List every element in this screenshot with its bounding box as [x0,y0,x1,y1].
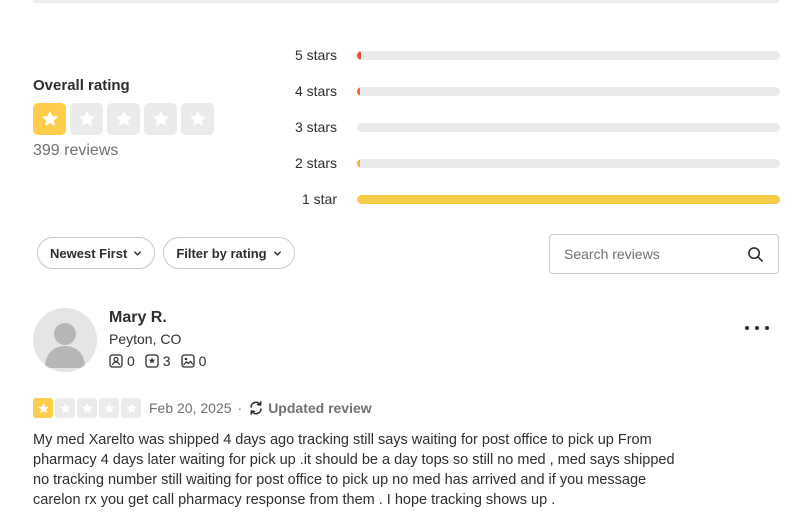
star-icon [121,398,141,418]
refresh-icon [250,401,262,415]
rating-distribution: 5 stars 4 stars 3 stars 2 stars 1 star [280,37,780,217]
distribution-bar-track [357,122,780,132]
overall-rating-label: Overall rating [33,77,130,94]
distribution-bar-fill [357,86,361,96]
star-icon [99,398,119,418]
updated-review-label: Updated review [268,400,372,416]
star-icon [181,103,214,135]
distribution-bar-fill [357,194,780,204]
star-icon [55,398,75,418]
distribution-bar-fill [357,50,362,60]
friends-count-value: 0 [127,353,135,369]
review-meta: Feb 20, 2025 · Updated review [33,398,372,418]
star-icon [33,103,66,135]
distribution-row[interactable]: 5 stars [280,37,780,73]
overall-star-rating [33,103,214,135]
review-star-icon [145,354,159,368]
friends-count: 0 [109,353,135,369]
distribution-bar-track [357,50,780,60]
filter-dropdown-label: Filter by rating [176,245,267,261]
sort-dropdown[interactable]: Newest First [37,237,156,269]
reviews-count-value: 3 [162,353,171,369]
more-dot [765,326,769,330]
avatar[interactable] [33,308,97,372]
search-reviews-input[interactable] [564,246,747,262]
review-date: Feb 20, 2025 [149,400,232,416]
distribution-bar-fill [357,158,361,168]
star-icon [70,103,103,135]
distribution-row[interactable]: 1 star [280,181,780,217]
updated-review-link[interactable]: Updated review [248,400,372,416]
review-count: 399 reviews [33,142,119,159]
distribution-row[interactable]: 4 stars [280,73,780,109]
top-divider [33,0,779,3]
chevron-down-icon [134,250,142,256]
reviewer-location: Peyton, CO [109,331,182,347]
friends-icon [109,354,123,368]
chevron-down-icon [273,250,281,256]
meta-separator: · [237,400,243,416]
sort-dropdown-label: Newest First [50,245,128,261]
search-reviews-box [549,234,779,274]
star-icon [33,398,53,418]
star-icon [107,103,140,135]
distribution-bar-track [357,86,780,96]
reviewer-name[interactable]: Mary R. [109,309,206,327]
distribution-label: 2 stars [294,155,337,171]
distribution-row[interactable]: 3 stars [280,109,780,145]
distribution-label: 1 star [301,191,337,207]
review-star-rating [33,398,141,418]
distribution-bar-track [357,158,780,168]
distribution-label: 4 stars [294,83,337,99]
photos-count: 0 [180,353,207,369]
distribution-bar-track [357,194,780,204]
reviewer-stats: 0 3 0 [109,353,206,369]
reviews-count: 3 [145,353,171,369]
star-icon [77,398,97,418]
more-dot [745,326,749,330]
default-user-icon [45,323,85,368]
star-icon [144,103,177,135]
distribution-label: 3 stars [294,119,337,135]
reviewer-info: Mary R. Peyton, CO 0 3 0 [109,309,206,369]
more-dot [755,326,759,330]
distribution-label: 5 stars [294,47,337,63]
photos-count-value: 0 [198,353,207,369]
review-text: My med Xarelto was shipped 4 days ago tr… [33,432,675,508]
photo-icon [180,354,195,368]
distribution-row[interactable]: 2 stars [280,145,780,181]
more-options-icon[interactable] [745,318,769,338]
overall-rating: Overall rating 399 reviews [33,77,214,160]
search-icon[interactable] [747,246,764,263]
filter-by-rating-dropdown[interactable]: Filter by rating [163,237,295,269]
review-controls: Newest First Filter by rating [37,237,295,269]
